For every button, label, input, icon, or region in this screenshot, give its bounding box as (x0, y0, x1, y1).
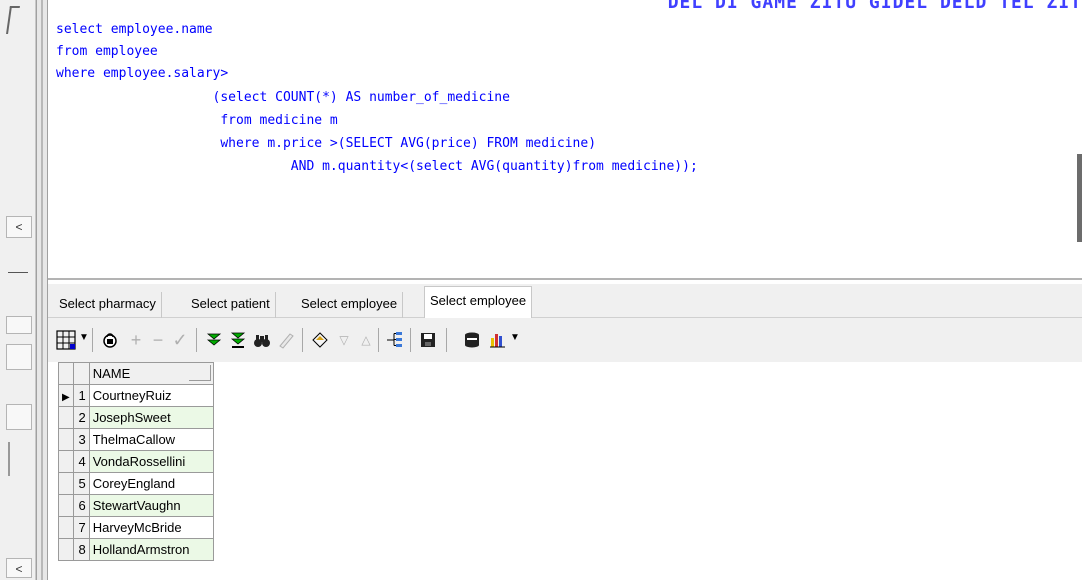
column-header-name[interactable]: NAME (88, 362, 214, 385)
row-indicator (58, 450, 74, 473)
row-number: 5 (72, 472, 90, 495)
row-number: 7 (72, 516, 90, 539)
row-number-header (72, 362, 90, 385)
result-tabs: Select pharmacy Select patient Select em… (48, 284, 1082, 318)
code-line-5: from medicine m (56, 113, 338, 128)
row-indicator (58, 472, 74, 495)
indicator-header (58, 362, 74, 385)
chart-icon[interactable] (488, 330, 508, 350)
row-indicator (58, 428, 74, 451)
table-row[interactable]: ▶ 1 CourtneyRuiz (58, 384, 214, 407)
row-indicator (58, 494, 74, 517)
table-row[interactable]: 5 CoreyEngland (58, 472, 214, 495)
toolbar-separator (302, 328, 303, 352)
column-resize-handle[interactable] (188, 365, 211, 381)
editor-scrollbar-thumb[interactable] (1077, 154, 1082, 242)
tab-select-patient[interactable]: Select patient (186, 292, 276, 318)
add-icon[interactable]: + (126, 330, 146, 350)
tab-select-pharmacy[interactable]: Select pharmacy (54, 292, 162, 318)
row-pointer-icon: ▶ (62, 392, 70, 403)
gutter-tick (8, 442, 10, 476)
cell-name[interactable]: StewartVaughn (88, 494, 214, 517)
editor-banner-text: DEL DI GAME ZITU GIDEL DELD TEL ZIT (667, 0, 1082, 13)
code-line-3: where employee.salary> (56, 66, 229, 81)
toolbar-separator (196, 328, 197, 352)
column-header-label: NAME (92, 366, 131, 381)
last-page-icon[interactable] (228, 330, 248, 350)
check-icon[interactable]: ✓ (170, 330, 190, 350)
row-indicator (58, 406, 74, 429)
vertical-splitter[interactable] (36, 0, 48, 580)
row-number: 8 (72, 538, 90, 561)
code-line-2: from employee (56, 44, 158, 59)
toolbar-separator (378, 328, 379, 352)
row-number: 4 (72, 450, 90, 473)
result-table: NAME ▶ 1 CourtneyRuiz 2 JosephSweet 3 Th… (58, 362, 214, 561)
database-icon[interactable] (462, 330, 482, 350)
next-page-icon[interactable] (204, 330, 224, 350)
current-row-indicator: ▶ (58, 384, 74, 407)
grid-view-dropdown-icon[interactable]: ▼ (79, 332, 89, 343)
table-row[interactable]: 6 StewartVaughn (58, 494, 214, 517)
cell-name[interactable]: CourtneyRuiz (88, 384, 214, 407)
remove-icon[interactable]: − (148, 330, 168, 350)
gutter-corner-icon (6, 6, 20, 34)
gutter-button-a[interactable] (6, 316, 32, 334)
chart-dropdown-icon[interactable]: ▼ (510, 332, 520, 343)
sort-desc-icon[interactable]: ▽ (334, 330, 354, 350)
splitter-grip (41, 0, 43, 580)
row-number: 1 (72, 384, 90, 407)
table-row[interactable]: 2 JosephSweet (58, 406, 214, 429)
cell-name[interactable]: JosephSweet (88, 406, 214, 429)
toolbar-separator (410, 328, 411, 352)
cell-name[interactable]: VondaRossellini (88, 450, 214, 473)
collapse-panel-button[interactable]: < (6, 216, 32, 238)
grid-view-icon[interactable] (56, 330, 76, 350)
cell-name[interactable]: CoreyEngland (88, 472, 214, 495)
fill-icon[interactable] (310, 330, 330, 350)
code-line-7: AND m.quantity<(select AVG(quantity)from… (56, 159, 698, 174)
collapse-panel-button-bottom[interactable]: < (6, 558, 32, 578)
sql-editor[interactable]: DEL DI GAME ZITU GIDEL DELD TEL ZIT sele… (48, 0, 1082, 280)
row-number: 3 (72, 428, 90, 451)
clear-icon[interactable] (276, 330, 296, 350)
cell-name[interactable]: HarveyMcBride (88, 516, 214, 539)
toolbar-separator (92, 328, 93, 352)
gutter-divider (8, 272, 28, 273)
cell-name[interactable]: ThelmaCallow (88, 428, 214, 451)
row-number: 2 (72, 406, 90, 429)
lock-icon[interactable] (100, 330, 120, 350)
row-indicator (58, 538, 74, 561)
gutter-button-c[interactable] (6, 404, 32, 430)
result-grid: NAME ▶ 1 CourtneyRuiz 2 JosephSweet 3 Th… (48, 362, 1082, 580)
table-row[interactable]: 8 HollandArmstron (58, 538, 214, 561)
gutter-button-b[interactable] (6, 344, 32, 370)
code-line-6: where m.price >(SELECT AVG(price) FROM m… (56, 136, 597, 151)
table-header-row: NAME (58, 362, 214, 385)
tab-select-employee-2[interactable]: Select employee (424, 286, 533, 318)
table-row[interactable]: 4 VondaRossellini (58, 450, 214, 473)
sort-asc-icon[interactable]: △ (356, 330, 376, 350)
cell-name[interactable]: HollandArmstron (88, 538, 214, 561)
tree-icon[interactable] (384, 330, 404, 350)
table-row[interactable]: 7 HarveyMcBride (58, 516, 214, 539)
code-line-1: select employee.name (56, 22, 213, 37)
binoculars-icon[interactable] (252, 330, 272, 350)
row-indicator (58, 516, 74, 539)
save-icon[interactable] (418, 330, 438, 350)
grid-toolbar: ▼ + − ✓ ▽ △ ▼ (48, 318, 1082, 362)
row-number: 6 (72, 494, 90, 517)
toolbar-separator (446, 328, 447, 352)
tab-select-employee-1[interactable]: Select employee (296, 292, 404, 318)
table-row[interactable]: 3 ThelmaCallow (58, 428, 214, 451)
code-line-4: (select COUNT(*) AS number_of_medicine (56, 90, 510, 105)
left-gutter: < < (0, 0, 36, 580)
